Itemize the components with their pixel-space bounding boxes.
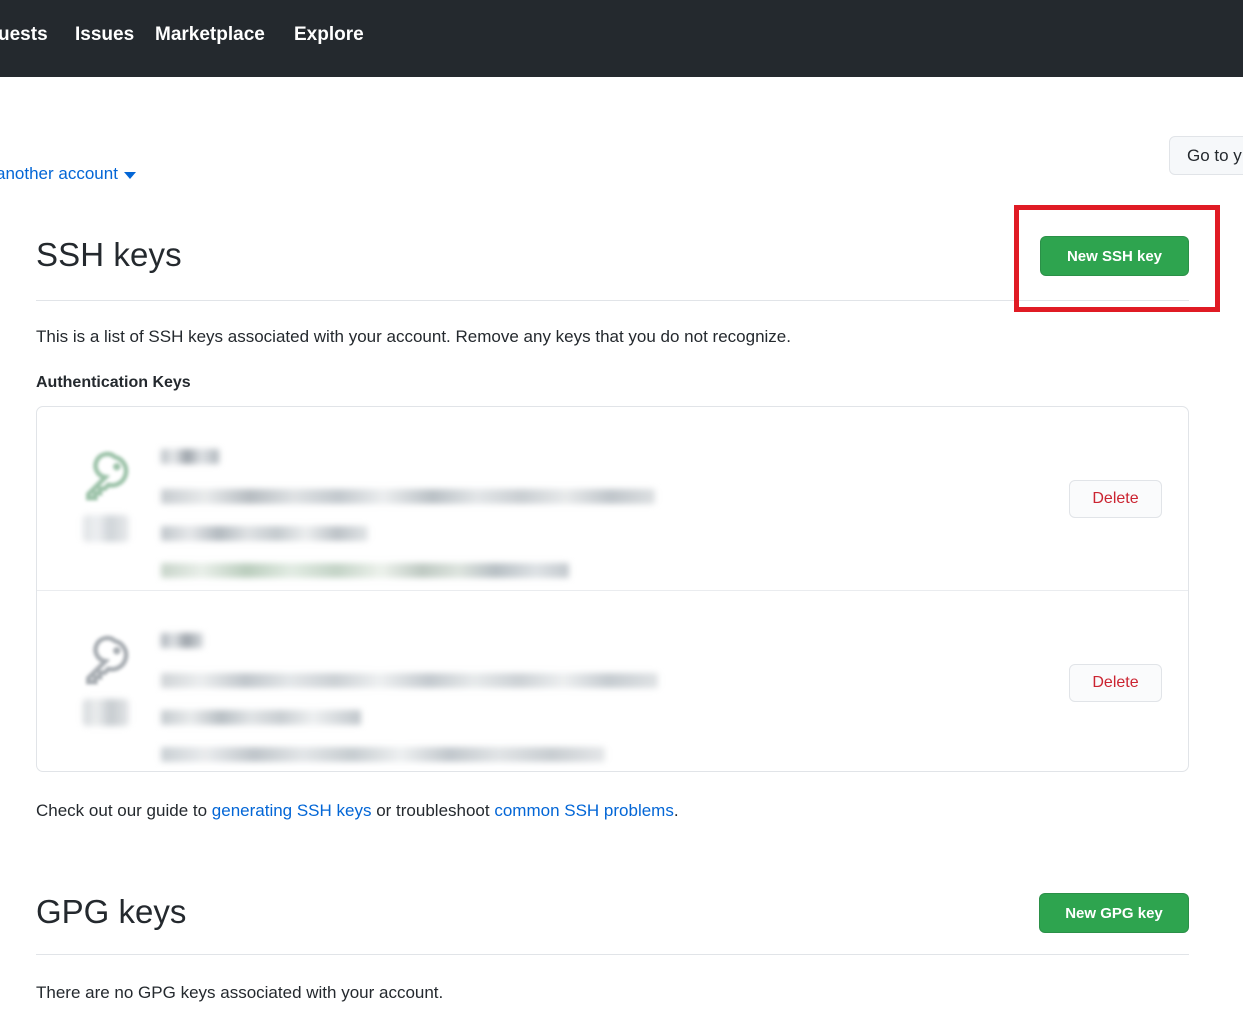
chevron-down-icon xyxy=(123,172,136,179)
generating-ssh-keys-link[interactable]: generating SSH keys xyxy=(212,801,372,820)
gpg-keys-empty-message: There are no GPG keys associated with yo… xyxy=(36,983,444,1002)
go-to-your-account-button[interactable]: Go to y xyxy=(1169,136,1243,175)
nav-item-pull-requests[interactable]: uests xyxy=(0,24,48,46)
gpg-section-divider xyxy=(36,954,1189,955)
ssh-keys-page-title: SSH keys xyxy=(36,236,182,273)
ssh-key-title-redacted xyxy=(161,633,203,648)
gpg-keys-page-title: GPG keys xyxy=(36,893,187,930)
ssh-key-last-used-redacted xyxy=(161,747,605,762)
key-label-badge xyxy=(83,699,129,726)
ssh-key-details xyxy=(161,629,1038,762)
ssh-key-last-used-redacted xyxy=(161,563,569,578)
ssh-key-row: Delete xyxy=(37,407,1188,590)
new-gpg-key-button[interactable]: New GPG key xyxy=(1039,893,1189,933)
ssh-key-fingerprint-redacted xyxy=(161,489,655,504)
ssh-key-title-redacted xyxy=(161,449,219,464)
account-switcher-link[interactable]: another account xyxy=(0,164,136,184)
ssh-guide-text: Check out our guide to generating SSH ke… xyxy=(36,801,679,821)
guide-suffix: . xyxy=(673,801,679,820)
key-icon xyxy=(86,635,129,685)
ssh-key-icon-column xyxy=(79,633,143,726)
new-ssh-key-button[interactable]: New SSH key xyxy=(1040,236,1189,276)
ssh-key-added-date-redacted xyxy=(161,526,368,541)
common-ssh-problems-link[interactable]: common SSH problems xyxy=(494,801,674,820)
account-switcher-label: another account xyxy=(0,164,118,183)
ssh-key-added-date-redacted xyxy=(161,710,361,725)
ssh-key-fingerprint-redacted xyxy=(161,673,658,688)
top-navigation-bar: uests Issues Marketplace Explore xyxy=(0,0,1243,77)
key-label-badge xyxy=(83,515,129,542)
ssh-keys-list-card: Delete Delete xyxy=(36,406,1189,772)
key-icon xyxy=(86,451,129,501)
ssh-key-row: Delete xyxy=(37,590,1188,771)
guide-prefix: Check out our guide to xyxy=(36,801,212,820)
guide-middle: or troubleshoot xyxy=(371,801,495,820)
nav-item-issues[interactable]: Issues xyxy=(75,24,134,46)
nav-item-marketplace[interactable]: Marketplace xyxy=(155,24,265,46)
ssh-keys-description: This is a list of SSH keys associated wi… xyxy=(36,327,791,346)
authentication-keys-subheading: Authentication Keys xyxy=(36,374,191,391)
delete-ssh-key-button[interactable]: Delete xyxy=(1069,664,1162,702)
ssh-key-details xyxy=(161,445,1038,578)
ssh-key-icon-column xyxy=(79,449,143,542)
delete-ssh-key-button[interactable]: Delete xyxy=(1069,480,1162,518)
nav-item-explore[interactable]: Explore xyxy=(294,24,364,46)
